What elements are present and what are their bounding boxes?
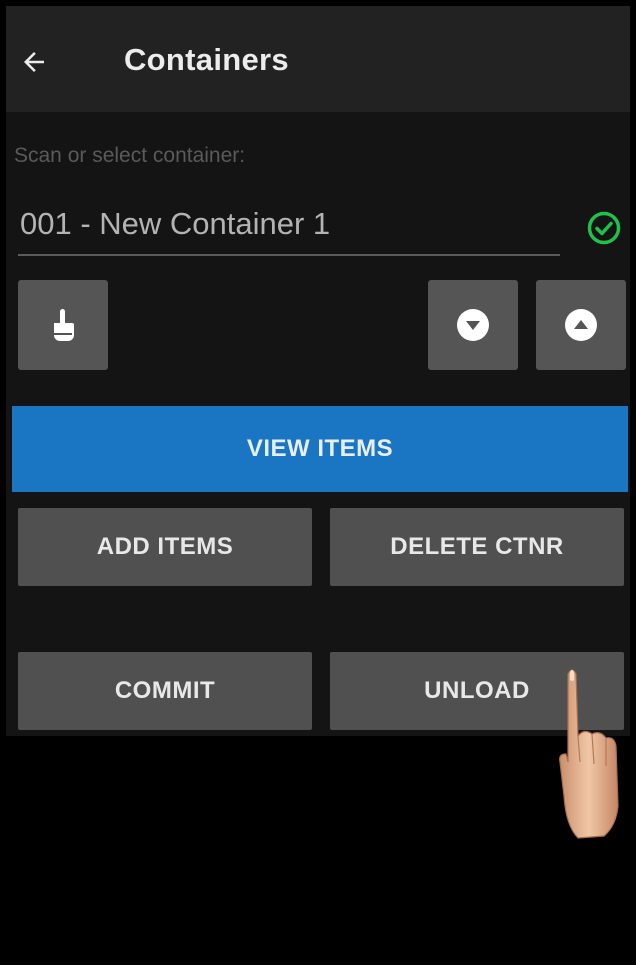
container-field bbox=[18, 196, 560, 256]
tap-hand-icon bbox=[559, 669, 619, 839]
add-items-button[interactable]: ADD ITEMS bbox=[18, 508, 312, 586]
next-container-button[interactable] bbox=[428, 280, 518, 370]
scan-label: Scan or select container: bbox=[14, 144, 246, 167]
delete-container-button[interactable]: DELETE CTNR bbox=[330, 508, 624, 586]
back-button[interactable] bbox=[14, 42, 54, 82]
page-title: Containers bbox=[124, 42, 289, 77]
arrow-left-icon bbox=[24, 52, 44, 72]
container-panel: Scan or select container: 001 - New Cont… bbox=[6, 112, 630, 736]
manual-select-button[interactable] bbox=[18, 280, 108, 370]
chevron-up-circle-icon bbox=[565, 309, 597, 341]
app-frame: Containers Scan or select container: 001… bbox=[6, 6, 630, 959]
previous-container-button[interactable] bbox=[536, 280, 626, 370]
check-circle-icon bbox=[587, 211, 621, 245]
hand-pointer-icon bbox=[54, 309, 74, 341]
container-input[interactable] bbox=[20, 196, 556, 252]
chevron-down-circle-icon bbox=[457, 309, 489, 341]
view-items-button[interactable]: VIEW ITEMS bbox=[12, 406, 628, 492]
commit-button[interactable]: COMMIT bbox=[18, 652, 312, 730]
app-bar: Containers bbox=[6, 6, 630, 112]
